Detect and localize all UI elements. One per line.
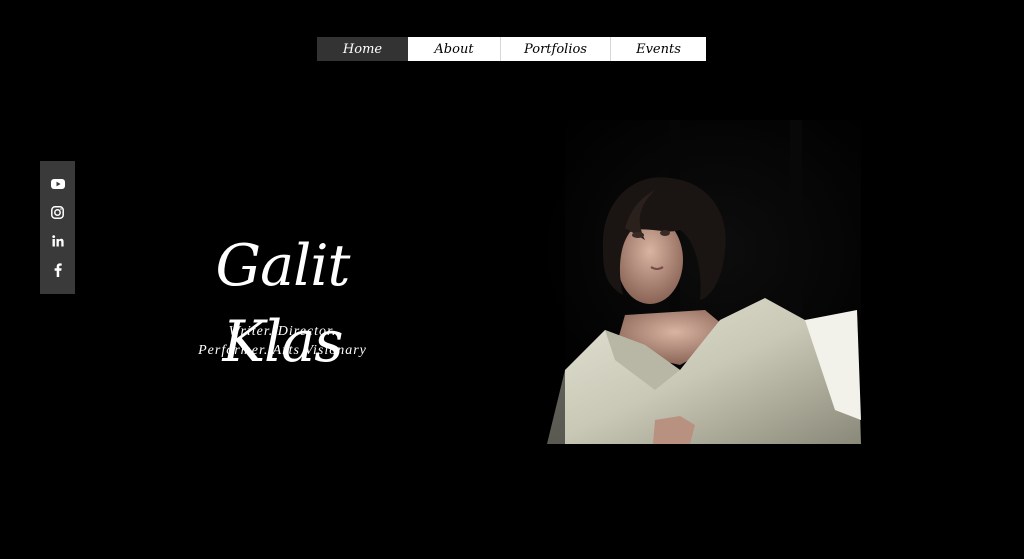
facebook-icon[interactable]: [40, 259, 75, 281]
tagline-line-1: Writer. Director.: [228, 324, 337, 339]
nav-portfolios[interactable]: Portfolios: [501, 37, 611, 61]
hero-portrait-image: [505, 120, 861, 444]
youtube-icon[interactable]: [40, 173, 75, 195]
tagline: Writer. Director. Performer. Arts Vision…: [170, 322, 395, 360]
nav-events[interactable]: Events: [611, 37, 706, 61]
main-navigation: Home About Portfolios Events: [317, 37, 706, 61]
linkedin-icon[interactable]: [40, 230, 75, 252]
tagline-line-2: Performer. Arts Visionary: [198, 343, 367, 358]
nav-about[interactable]: About: [408, 37, 501, 61]
nav-home[interactable]: Home: [317, 37, 408, 61]
instagram-icon[interactable]: [40, 201, 75, 223]
social-bar: [40, 161, 75, 294]
